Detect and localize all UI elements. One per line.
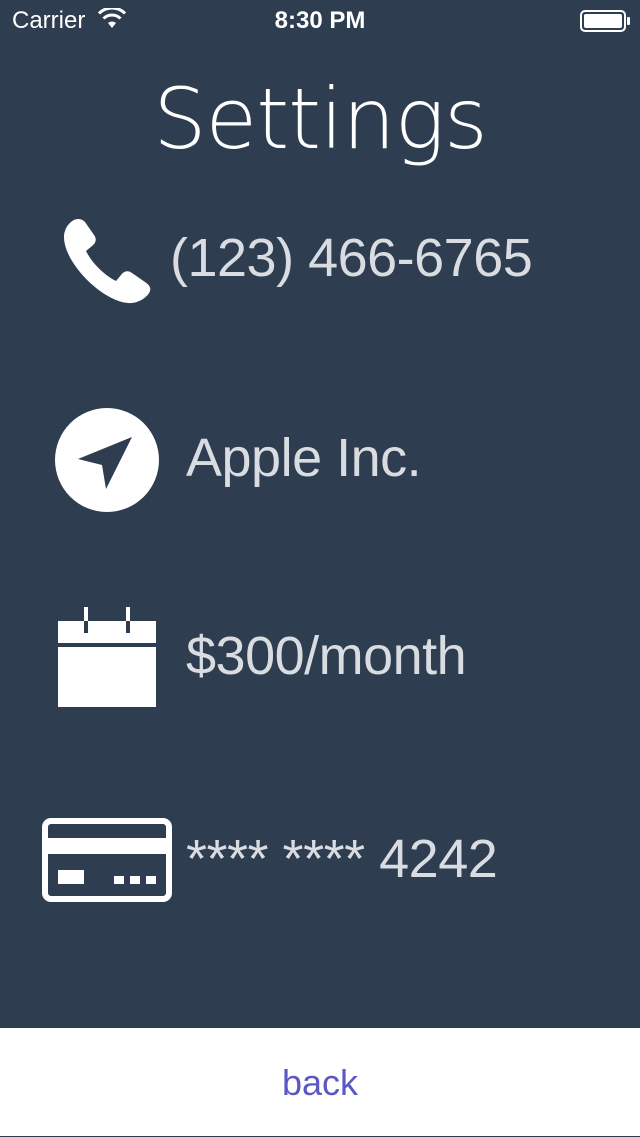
calendar-icon [58,607,156,714]
back-button[interactable]: back [0,1028,640,1136]
settings-row-plan[interactable]: $300/month [0,603,640,723]
settings-row-card[interactable]: **** **** 4242 [0,800,640,920]
phone-number: (123) 466-6765 [170,228,533,288]
page-title: Settings [153,70,488,168]
phone-icon [58,213,154,314]
settings-row-company[interactable]: Apple Inc. [0,405,640,525]
plan-price: $300/month [186,626,467,686]
battery-icon [580,10,632,39]
card-number: **** **** 4242 [186,829,498,889]
location-arrow-icon [54,407,160,518]
company-name: Apple Inc. [186,428,422,488]
settings-row-phone[interactable]: (123) 466-6765 [0,205,640,325]
status-bar: Carrier 8:30 PM [0,0,640,40]
status-time: 8:30 PM [274,7,366,34]
credit-card-icon [42,818,172,907]
